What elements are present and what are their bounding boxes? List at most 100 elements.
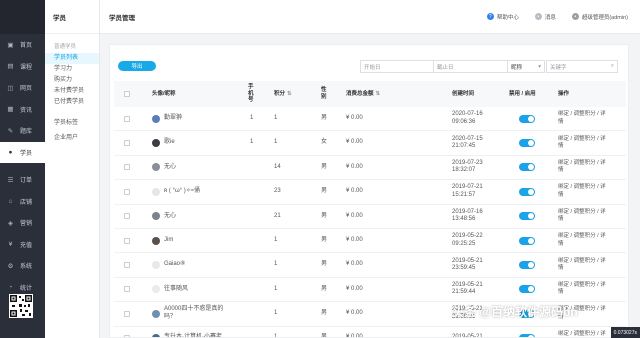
avatar [152, 285, 160, 294]
created-date: 2019-05-22 [452, 233, 483, 240]
status-toggle[interactable] [519, 139, 535, 148]
row-actions-detail[interactable]: 情 [558, 289, 564, 296]
subnav-item-learning-power[interactable]: 学习力 [45, 64, 99, 75]
row-actions[interactable]: 绑定 / 调整积分 / 详 [558, 233, 606, 240]
row-checkbox[interactable] [124, 286, 130, 293]
student-spent: ¥ 0.00 [346, 261, 363, 268]
nav-item-dashboard[interactable]: ▣ 首页 [0, 34, 45, 56]
status-toggle[interactable] [519, 114, 535, 123]
row-actions-detail[interactable]: 情 [558, 192, 564, 199]
row-checkbox[interactable] [124, 310, 130, 317]
row-checkbox[interactable] [124, 115, 130, 122]
student-points: 1 [274, 236, 278, 243]
end-date-input[interactable]: 截止日 [433, 60, 509, 73]
status-toggle[interactable] [519, 163, 535, 172]
nav-item-label: 网页 [20, 86, 33, 93]
top-bar: 学员管理 ? 帮助中心 • 消息 • 超级管理员(admin) [100, 0, 640, 34]
start-date-input[interactable]: 开始日 [360, 60, 440, 73]
row-checkbox[interactable] [124, 188, 130, 195]
student-gender: 男 [321, 163, 328, 170]
student-points: 1 [274, 334, 278, 338]
status-toggle[interactable] [519, 334, 535, 337]
row-checkbox[interactable] [124, 237, 130, 244]
row-actions[interactable]: 绑定 / 调整积分 / 详 [558, 111, 606, 118]
nav-item-news[interactable]: ▦ 资讯 [0, 99, 45, 121]
avatar [152, 261, 160, 270]
status-toggle[interactable] [519, 187, 535, 196]
row-actions[interactable]: 绑定 / 调整积分 / 详 [558, 258, 606, 265]
nav-item-question-bank[interactable]: ✎ 题库 [0, 120, 45, 142]
student-nickname: A0000四十不惑是真的吗？ [164, 306, 224, 320]
row-actions-detail[interactable]: 情 [558, 216, 564, 223]
help-center-link[interactable]: ? 帮助中心 [486, 13, 519, 21]
student-points: 23 [274, 188, 281, 195]
table-row: 无心 14 男 ¥ 0.00 2019-07-23 18:32:07 绑定 / 调整积分 /… [114, 156, 626, 181]
status-toggle[interactable] [519, 261, 535, 270]
subnav-item-student-list[interactable]: 学员列表 [45, 53, 99, 64]
row-actions[interactable]: 绑定 / 调整积分 / 详 [558, 282, 606, 289]
subnav-item-enterprise[interactable]: 企业用户 [45, 133, 99, 144]
row-checkbox[interactable] [124, 262, 130, 269]
subnav-item-tags[interactable]: 学员标签 [45, 118, 99, 129]
col-spent[interactable]: 消费总金额 ⇅ [346, 81, 380, 107]
row-actions[interactable]: 绑定 / 调整积分 / 详 [558, 184, 606, 191]
row-actions[interactable]: 绑定 / 调整积分 / 详 [558, 209, 606, 216]
subnav-item-unpaid[interactable]: 未付费学员 [45, 86, 99, 97]
field-select[interactable]: 昵称 ▾ [507, 60, 545, 73]
subnav-item-paid[interactable]: 已付费学员 [45, 97, 99, 108]
nav-item-student[interactable]: ● 学员 [0, 141, 45, 163]
row-actions-detail[interactable]: 情 [558, 265, 564, 272]
nav-item-label: 店铺 [20, 199, 33, 206]
row-actions-detail[interactable]: 情 [558, 167, 564, 174]
col-points[interactable]: 积分 ⇅ [274, 81, 292, 107]
export-button[interactable]: 导出 [118, 61, 156, 71]
student-phone: 1 [250, 139, 254, 146]
status-toggle[interactable] [519, 285, 535, 294]
row-checkbox[interactable] [124, 213, 130, 220]
nav-item-marketing[interactable]: ◈ 营销 [0, 212, 45, 234]
created-date: 2019-05-21 [452, 257, 483, 264]
user-menu[interactable]: • 超级管理员(admin) [571, 13, 628, 21]
watermark: 头条 @百纳软件源码bn [452, 305, 578, 319]
row-actions[interactable]: 绑定 / 调整积分 / 详 [558, 136, 606, 143]
nav-item-recharge[interactable]: ¥ 充值 [0, 234, 45, 256]
search-icon[interactable]: ⌕ [611, 63, 614, 70]
nav-item-order[interactable]: ☰ 订单 [0, 169, 45, 191]
row-checkbox[interactable] [124, 140, 130, 147]
row-checkbox[interactable] [124, 164, 130, 171]
student-points: 1 [274, 310, 278, 317]
student-spent: ¥ 0.00 [346, 114, 363, 121]
avatar [152, 114, 160, 123]
row-actions-detail[interactable]: 情 [558, 143, 564, 150]
field-select-value: 昵称 [511, 64, 523, 71]
keyword-search-input[interactable]: 关键字 ⌕ [546, 60, 618, 73]
nav-list: ▣ 首页 ▤ 课程 ◫ 网页 ▦ 资讯 ✎ 题库 ● 学员 ☰ 订单 ⌂ 店铺 ◈ 营销 ¥ 充值 ⚙ 系统 ◔ 统计 [0, 34, 45, 298]
table-header: 头像/昵称 手机号 积分 ⇅ 性别 消费总金额 ⇅ 创建时间 禁用 / 启用 操作 [114, 81, 626, 107]
shop-icon: ⌂ [8, 197, 13, 205]
created-time: 09:06:36 [452, 118, 476, 125]
nav-item-shop[interactable]: ⌂ 店铺 [0, 191, 45, 213]
row-actions-detail[interactable]: 情 [558, 119, 564, 126]
avatar [152, 309, 160, 318]
student-gender: 男 [321, 285, 328, 292]
student-spent: ¥ 0.00 [346, 188, 363, 195]
student-gender: 男 [321, 310, 328, 317]
order-icon: ☰ [7, 176, 14, 184]
subnav-group-label: 普通学员 [54, 44, 77, 50]
row-actions[interactable]: 绑定 / 调整积分 / 详 [558, 160, 606, 167]
row-actions-detail[interactable]: 情 [558, 241, 564, 248]
keyword-placeholder: 关键字 [550, 64, 567, 71]
row-actions[interactable]: 绑定 / 调整积分 / 详 [558, 331, 606, 337]
nav-item-web[interactable]: ◫ 网页 [0, 77, 45, 99]
recharge-icon: ¥ [8, 240, 13, 248]
sort-icon: ⇅ [287, 90, 292, 97]
status-toggle[interactable] [519, 236, 535, 245]
student-points: 1 [274, 114, 278, 121]
subnav-item-purchase-power[interactable]: 购买力 [45, 75, 99, 86]
nav-item-course[interactable]: ▤ 课程 [0, 56, 45, 78]
nav-item-label: 系统 [20, 264, 33, 271]
select-all-checkbox[interactable] [124, 91, 130, 97]
messages-link[interactable]: • 消息 [534, 13, 556, 21]
status-toggle[interactable] [519, 212, 535, 221]
nav-item-system[interactable]: ⚙ 系统 [0, 255, 45, 277]
